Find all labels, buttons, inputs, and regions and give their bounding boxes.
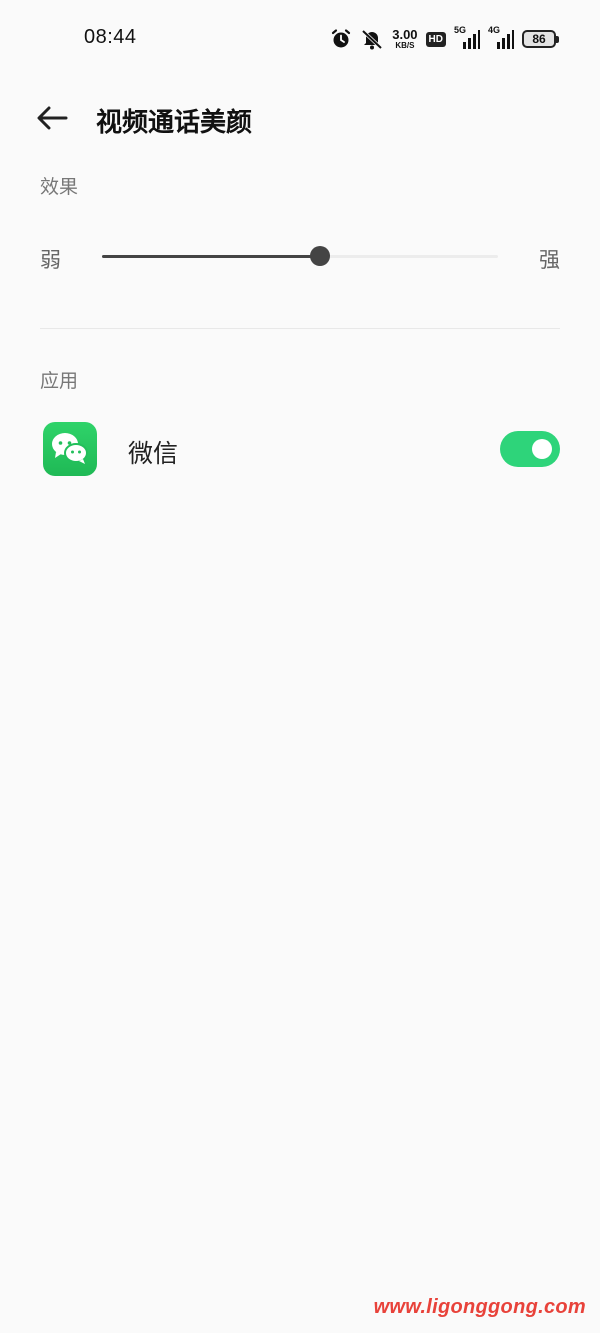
slider-max-label: 强 <box>539 248 560 272</box>
section-label-effect: 效果 <box>40 176 79 198</box>
divider <box>40 328 560 329</box>
beauty-slider[interactable] <box>102 246 498 266</box>
slider-thumb[interactable] <box>309 246 330 266</box>
status-bar: 08:44 3.00 KB/S HD 5G 4G 86 <box>0 0 600 76</box>
beauty-slider-row: 弱 强 <box>40 236 560 280</box>
status-icons: 3.00 KB/S HD 5G 4G 86 <box>330 25 559 52</box>
app-row-wechat[interactable]: 微信 <box>40 420 560 480</box>
hd-voice-icon: HD <box>425 31 446 47</box>
mute-icon <box>360 28 384 50</box>
section-label-apps: 应用 <box>40 370 79 392</box>
signal-4g-icon: 4G <box>488 25 514 50</box>
net-speed-indicator: 3.00 KB/S <box>392 28 417 50</box>
wechat-toggle[interactable] <box>500 431 560 467</box>
net-speed-value: 3.00 <box>392 27 418 42</box>
back-button[interactable] <box>34 102 70 134</box>
battery-icon: 86 <box>522 30 559 48</box>
screen: 08:44 3.00 KB/S HD 5G 4G 86 视频通话美颜 效果 弱 … <box>0 0 600 1333</box>
slider-fill <box>102 255 320 258</box>
app-name: 微信 <box>128 439 179 468</box>
signal-5g-icon: 5G <box>454 25 480 50</box>
slider-min-label: 弱 <box>40 248 61 272</box>
page-title: 视频通话美颜 <box>96 108 253 138</box>
alarm-icon <box>330 28 352 50</box>
status-time: 08:44 <box>84 26 137 48</box>
watermark: www.ligonggong.com <box>373 1296 586 1318</box>
header: 视频通话美颜 <box>0 88 600 148</box>
back-arrow-icon <box>37 106 68 130</box>
wechat-icon <box>43 422 97 476</box>
toggle-knob <box>532 439 552 459</box>
net-speed-unit: KB/S <box>395 41 415 50</box>
